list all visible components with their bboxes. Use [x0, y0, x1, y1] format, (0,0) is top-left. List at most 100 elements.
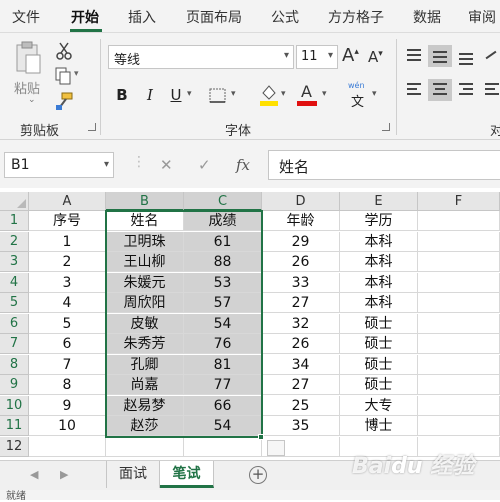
cell-c8[interactable]: 81	[184, 354, 262, 375]
cell-e5[interactable]: 本科	[340, 293, 418, 313]
add-sheet-button[interactable]: +	[249, 466, 267, 484]
orientation-button[interactable]	[480, 45, 500, 67]
cell-b2[interactable]: 卫明珠	[106, 231, 184, 252]
row-header-4[interactable]: 4	[0, 272, 29, 293]
cell-b3[interactable]: 王山柳	[106, 252, 184, 272]
clipboard-launcher-icon[interactable]	[88, 123, 96, 131]
column-header-b[interactable]: B	[106, 192, 184, 211]
cell-b10[interactable]: 赵易梦	[106, 395, 184, 416]
sheet-tab-written[interactable]: 笔试	[160, 461, 214, 488]
phonetic-guide-button[interactable]: wén 文	[346, 81, 370, 110]
cell-a12[interactable]	[29, 436, 106, 457]
cell-e1[interactable]: 学历	[340, 211, 418, 231]
cell-b7[interactable]: 朱秀芳	[106, 334, 184, 354]
cell-a11[interactable]: 10	[29, 416, 106, 436]
cell-e7[interactable]: 硕士	[340, 334, 418, 354]
cell-b5[interactable]: 周欣阳	[106, 293, 184, 313]
phonetic-dropdown-icon[interactable]: ▾	[372, 89, 377, 99]
tab-data[interactable]: 数据	[413, 7, 441, 27]
column-header-f[interactable]: F	[418, 192, 500, 211]
cell-c10[interactable]: 66	[184, 395, 262, 416]
row-header-3[interactable]: 3	[0, 252, 29, 272]
cell-c6[interactable]: 54	[184, 313, 262, 334]
cell-e11[interactable]: 博士	[340, 416, 418, 436]
cell-a5[interactable]: 4	[29, 293, 106, 313]
cell-f7[interactable]	[418, 334, 500, 354]
format-painter-icon[interactable]	[54, 91, 74, 111]
cell-d2[interactable]: 29	[262, 231, 340, 252]
worksheet-grid[interactable]: A B C D E F 1 序号 姓名 成绩 年龄 学历 2 1 卫明珠 61 29 本科 3 2 王山柳 88 26 本科 4…	[0, 192, 500, 460]
column-header-d[interactable]: D	[262, 192, 340, 211]
align-left-button[interactable]	[402, 79, 426, 101]
font-color-dropdown-icon[interactable]: ▾	[322, 89, 327, 99]
cell-a6[interactable]: 5	[29, 313, 106, 334]
tab-page-layout[interactable]: 页面布局	[186, 7, 242, 27]
paste-dropdown-icon[interactable]: ⌄	[28, 95, 36, 105]
cell-d5[interactable]: 27	[262, 293, 340, 313]
cell-b9[interactable]: 尚嘉	[106, 375, 184, 395]
cell-f1[interactable]	[418, 211, 500, 231]
tab-fangfang[interactable]: 方方格子	[328, 7, 384, 27]
cell-d1[interactable]: 年龄	[262, 211, 340, 231]
cell-e8[interactable]: 硕士	[340, 354, 418, 375]
sheet-tab-interview[interactable]: 面试	[106, 461, 160, 488]
cell-a9[interactable]: 8	[29, 375, 106, 395]
cell-b11[interactable]: 赵莎	[106, 416, 184, 436]
cell-a8[interactable]: 7	[29, 354, 106, 375]
fill-color-dropdown-icon[interactable]: ▾	[281, 89, 286, 99]
row-header-10[interactable]: 10	[0, 395, 29, 416]
align-bottom-button[interactable]	[454, 45, 478, 67]
cell-b6[interactable]: 皮敏	[106, 313, 184, 334]
borders-icon[interactable]	[208, 87, 228, 105]
decrease-font-size-button[interactable]: A▾	[368, 48, 383, 66]
align-center-button[interactable]	[428, 79, 452, 101]
cell-d10[interactable]: 25	[262, 395, 340, 416]
underline-dropdown-icon[interactable]: ▾	[187, 89, 192, 99]
row-header-9[interactable]: 9	[0, 375, 29, 395]
row-header-2[interactable]: 2	[0, 231, 29, 252]
paste-options-icon[interactable]	[267, 439, 285, 456]
fill-handle[interactable]	[258, 433, 264, 440]
font-name-select[interactable]: 等线 ▾	[108, 45, 294, 69]
name-box[interactable]: B1 ▾	[4, 152, 114, 178]
cell-f2[interactable]	[418, 231, 500, 252]
cell-c1[interactable]: 成绩	[184, 211, 262, 231]
cancel-icon[interactable]: ✕	[160, 156, 173, 174]
cell-d6[interactable]: 32	[262, 313, 340, 334]
cell-d8[interactable]: 34	[262, 354, 340, 375]
cell-d11[interactable]: 35	[262, 416, 340, 436]
cell-f11[interactable]	[418, 416, 500, 436]
italic-button[interactable]: I	[138, 83, 162, 107]
cell-b8[interactable]: 孔卿	[106, 354, 184, 375]
cell-d3[interactable]: 26	[262, 252, 340, 272]
row-header-5[interactable]: 5	[0, 293, 29, 313]
cell-c4[interactable]: 53	[184, 272, 262, 293]
cell-c5[interactable]: 57	[184, 293, 262, 313]
font-size-select[interactable]: 11 ▾	[296, 45, 338, 69]
cell-e3[interactable]: 本科	[340, 252, 418, 272]
row-header-8[interactable]: 8	[0, 354, 29, 375]
cell-f5[interactable]	[418, 293, 500, 313]
cell-e4[interactable]: 本科	[340, 272, 418, 293]
bold-button[interactable]: B	[110, 83, 134, 107]
cell-e9[interactable]: 硕士	[340, 375, 418, 395]
borders-dropdown-icon[interactable]: ▾	[231, 89, 236, 99]
cell-a3[interactable]: 2	[29, 252, 106, 272]
cell-f4[interactable]	[418, 272, 500, 293]
cell-c2[interactable]: 61	[184, 231, 262, 252]
column-header-e[interactable]: E	[340, 192, 418, 211]
cell-f6[interactable]	[418, 313, 500, 334]
insert-function-button[interactable]: fx	[236, 156, 250, 174]
tab-file[interactable]: 文件	[12, 7, 40, 27]
cell-c11[interactable]: 54	[184, 416, 262, 436]
cell-b4[interactable]: 朱媛元	[106, 272, 184, 293]
cell-c12[interactable]	[184, 436, 262, 457]
align-right-button[interactable]	[454, 79, 478, 101]
cell-d4[interactable]: 33	[262, 272, 340, 293]
row-header-6[interactable]: 6	[0, 313, 29, 334]
formula-input[interactable]: 姓名	[268, 150, 500, 180]
cell-a10[interactable]: 9	[29, 395, 106, 416]
cell-a2[interactable]: 1	[29, 231, 106, 252]
prev-sheet-icon[interactable]: ◀	[30, 468, 38, 481]
align-middle-button[interactable]	[428, 45, 452, 67]
